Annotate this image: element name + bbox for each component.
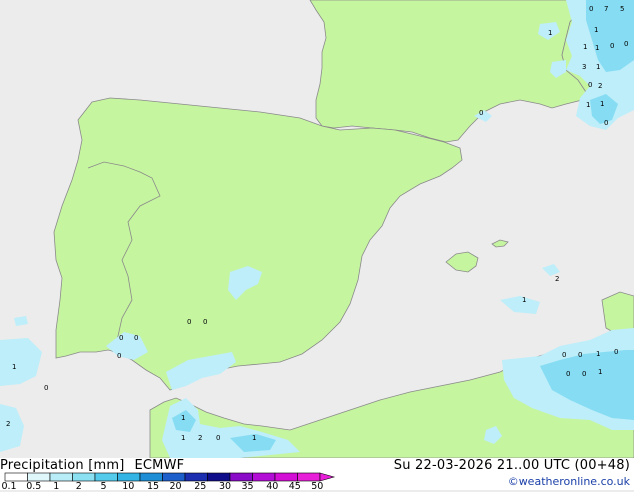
value-label: 0 [134,334,138,342]
value-label: 0 [119,334,123,342]
scale-tick-label: 45 [288,481,301,492]
value-label: 2 [198,434,202,442]
scale-tick-label: 35 [241,481,254,492]
scale-segment [274,472,298,482]
scale-segment [252,472,276,482]
value-label: 1 [596,63,600,71]
value-label: 1 [522,296,526,304]
scale-tick-label: 15 [146,481,160,492]
scale-segment [27,472,51,482]
scale-segment [72,472,96,482]
value-label: 0 [589,5,593,13]
value-label: 0 [562,351,566,359]
value-label: 1 [594,26,598,34]
value-label: 1 [12,363,16,371]
value-label: 0 [582,370,586,378]
value-label: 0 [44,384,48,392]
value-label: 0 [216,434,220,442]
scale-tick-label: 50 [311,481,324,492]
value-label: 0 [588,81,592,89]
legend-title: Precipitation [mm] ECMWF [0,458,184,473]
value-label: 1 [583,43,587,51]
value-label: 0 [610,42,614,50]
map-canvas: 7 5 0 1 1 1 0 0 1 3 1 0 2 1 1 0 0 0 0 0 … [0,0,634,458]
value-label: 0 [604,119,608,127]
scale-tick-label: 10 [122,481,135,492]
scale-tick-label: 1 [53,481,60,492]
legend-bar: Precipitation [mm] ECMWF Su 22-03-2026 21… [0,458,634,492]
scale-tick-label: 25 [194,481,207,492]
scale-segment [117,472,141,482]
value-label: 0 [117,352,121,360]
value-label: 0 [479,109,483,117]
scale-segment [49,472,73,482]
scale-segment [162,472,186,482]
scale-tick-label: 40 [266,481,279,492]
value-label: 1 [600,100,604,108]
value-label: 1 [596,350,600,358]
model-label: ECMWF [134,458,185,473]
value-label: 1 [595,44,599,52]
scale-tick-label: 20 [169,481,182,492]
scale-tick-label: 30 [218,481,232,492]
value-label: 0 [614,348,618,356]
scale-segment [184,472,208,482]
value-label: 1 [252,434,256,442]
scale-segment [139,472,163,482]
value-label: 2 [598,82,602,90]
product-label: Precipitation [mm] [0,458,125,473]
value-label: 7 [604,5,608,13]
value-label: 5 [620,5,624,13]
value-label: 1 [598,368,602,376]
scale-segment [94,472,118,482]
value-label: 1 [181,434,185,442]
scale-tick-label: 0.5 [26,481,42,492]
value-label: 0 [578,351,582,359]
scale-segment [229,472,253,482]
scale-tick-label: 5 [100,481,107,492]
scale-segment [207,472,231,482]
value-label: 0 [624,40,628,48]
value-label: 1 [586,101,590,109]
scale-tick-label: 0.1 [1,481,17,492]
value-label: 1 [548,29,552,37]
precipitation-map: 7 5 0 1 1 1 0 0 1 3 1 0 2 1 1 0 0 0 0 0 … [0,0,634,458]
value-label: 2 [555,275,559,283]
scale-arrow [319,472,336,482]
valid-time: Su 22-03-2026 21..00 UTC (00+48) [393,458,630,473]
scale-segment [4,472,28,482]
scale-tick-label: 2 [75,481,82,492]
value-label: 0 [187,318,191,326]
scale-segment [297,472,321,482]
value-label: 0 [203,318,207,326]
color-scale: 0.1 0.5 1 2 5 10 15 20 25 30 35 40 45 50 [0,472,340,492]
credit-link[interactable]: ©weatheronline.co.uk [508,475,630,488]
value-label: 2 [6,420,10,428]
value-label: 0 [566,370,570,378]
value-label: 3 [582,63,586,71]
value-label: 1 [181,414,185,422]
